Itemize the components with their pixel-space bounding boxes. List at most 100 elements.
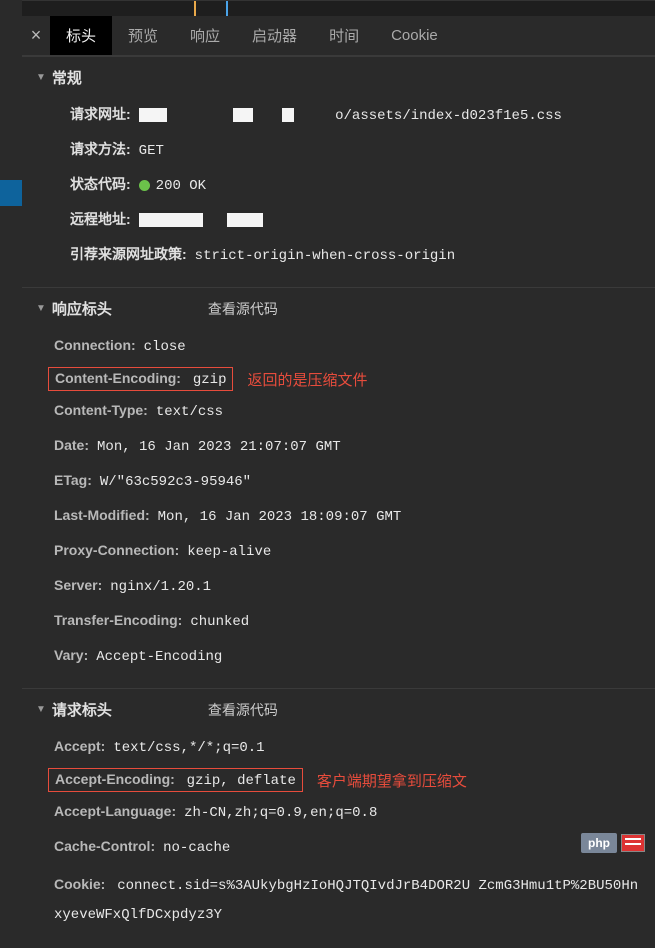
row-server: Server: nginx/1.20.1	[22, 569, 655, 604]
section-response-header[interactable]: ▼ 响应标头 查看源代码	[22, 288, 655, 327]
label-proxy-connection: Proxy-Connection:	[54, 540, 179, 561]
row-cookie: Cookie: connect.sid=s%3AUkybgHzIoHQJTQIv…	[22, 865, 655, 934]
row-transfer-encoding: Transfer-Encoding: chunked	[22, 604, 655, 639]
label-last-modified: Last-Modified:	[54, 505, 150, 526]
left-gutter-highlight	[0, 180, 22, 206]
row-etag: ETag: W/"63c592c3-95946"	[22, 464, 655, 499]
value-last-modified: Mon, 16 Jan 2023 18:09:07 GMT	[158, 507, 402, 528]
request-headers-list: Accept: text/css,*/*;q=0.1 Accept-Encodi…	[22, 728, 655, 948]
value-etag: W/"63c592c3-95946"	[100, 472, 251, 493]
row-last-modified: Last-Modified: Mon, 16 Jan 2023 18:09:07…	[22, 499, 655, 534]
redacted-block	[139, 108, 167, 122]
value-remote-address	[139, 211, 264, 232]
value-request-url: o/assets/index-d023f1e5.css	[139, 106, 562, 127]
top-accent-strip	[22, 0, 655, 16]
value-accept-encoding: gzip, deflate	[187, 773, 296, 789]
label-accept: Accept:	[54, 736, 105, 757]
row-vary: Vary: Accept-Encoding	[22, 639, 655, 674]
redacted-block	[139, 213, 203, 227]
section-response-headers: ▼ 响应标头 查看源代码 Connection: close Content-E…	[22, 287, 655, 688]
section-general-title: 常规	[52, 67, 82, 88]
value-accept-language: zh-CN,zh;q=0.9,en;q=0.8	[184, 803, 377, 824]
cn-flag-icon	[621, 834, 645, 852]
value-request-method: GET	[139, 141, 164, 162]
triangle-down-icon: ▼	[36, 72, 46, 83]
section-general: ▼ 常规 请求网址: o/assets/index-d023f1e5.css 请…	[22, 56, 655, 287]
redacted-block	[233, 108, 253, 122]
tab-preview[interactable]: 预览	[112, 16, 174, 55]
value-proxy-connection: keep-alive	[187, 542, 271, 563]
highlight-box: Content-Encoding: gzip	[48, 367, 233, 391]
label-request-url: 请求网址:	[70, 104, 131, 125]
label-remote-address: 远程地址:	[70, 209, 131, 230]
section-request-title: 请求标头	[52, 699, 112, 720]
redacted-block	[227, 213, 263, 227]
label-date: Date:	[54, 435, 89, 456]
row-status-code: 状态代码: 200 OK	[22, 168, 655, 203]
section-request-headers: ▼ 请求标头 查看源代码 Accept: text/css,*/*;q=0.1 …	[22, 688, 655, 948]
label-cache-control: Cache-Control:	[54, 836, 155, 857]
view-source-link[interactable]: 查看源代码	[208, 299, 278, 319]
row-proxy-connection: Proxy-Connection: keep-alive	[22, 534, 655, 569]
tab-headers[interactable]: 标头	[50, 16, 112, 55]
headers-panel: × 标头 预览 响应 启动器 时间 Cookie ▼ 常规 请求网址: o/a	[22, 16, 655, 877]
row-cache-control: Cache-Control: no-cache	[22, 830, 655, 865]
label-referrer-policy: 引荐来源网址政策:	[70, 244, 187, 265]
value-content-type: text/css	[156, 402, 223, 423]
value-cache-control: no-cache	[163, 838, 230, 859]
label-content-type: Content-Type:	[54, 400, 148, 421]
section-request-header[interactable]: ▼ 请求标头 查看源代码	[22, 689, 655, 728]
tab-cookie[interactable]: Cookie	[375, 18, 454, 53]
response-headers-list: Connection: close Content-Encoding: gzip…	[22, 327, 655, 688]
php-badge: php	[581, 833, 617, 853]
redacted-block	[282, 108, 294, 122]
row-accept: Accept: text/css,*/*;q=0.1	[22, 730, 655, 765]
label-request-method: 请求方法:	[70, 139, 131, 160]
label-server: Server:	[54, 575, 102, 596]
row-content-encoding: Content-Encoding: gzip 返回的是压缩文件	[22, 364, 655, 394]
row-accept-encoding: Accept-Encoding: gzip, deflate 客户端期望拿到压缩…	[22, 765, 655, 795]
row-connection: Connection: close	[22, 329, 655, 364]
left-gutter	[0, 0, 22, 877]
label-accept-language: Accept-Language:	[54, 801, 176, 822]
label-content-encoding: Content-Encoding:	[55, 370, 181, 386]
annotation-compressed-response: 返回的是压缩文件	[247, 369, 367, 390]
value-accept: text/css,*/*;q=0.1	[113, 738, 264, 759]
value-transfer-encoding: chunked	[190, 612, 249, 633]
value-referrer-policy: strict-origin-when-cross-origin	[195, 246, 455, 267]
label-accept-encoding: Accept-Encoding:	[55, 771, 175, 787]
status-dot-icon	[139, 180, 150, 191]
triangle-down-icon: ▼	[36, 704, 46, 715]
annotation-client-expects-compressed: 客户端期望拿到压缩文	[317, 770, 467, 791]
label-transfer-encoding: Transfer-Encoding:	[54, 610, 182, 631]
tabs-bar: × 标头 预览 响应 启动器 时间 Cookie	[22, 16, 655, 56]
general-list: 请求网址: o/assets/index-d023f1e5.css 请求方法: …	[22, 96, 655, 287]
value-date: Mon, 16 Jan 2023 21:07:07 GMT	[97, 437, 341, 458]
row-request-method: 请求方法: GET	[22, 133, 655, 168]
row-content-type: Content-Type: text/css	[22, 394, 655, 429]
label-etag: ETag:	[54, 470, 92, 491]
section-general-header[interactable]: ▼ 常规	[22, 57, 655, 96]
label-vary: Vary:	[54, 645, 88, 666]
value-server: nginx/1.20.1	[110, 577, 211, 598]
label-cookie: Cookie:	[54, 876, 105, 892]
row-accept-language: Accept-Language: zh-CN,zh;q=0.9,en;q=0.8	[22, 795, 655, 830]
row-referrer-policy: 引荐来源网址政策: strict-origin-when-cross-origi…	[22, 238, 655, 273]
row-remote-address: 远程地址:	[22, 203, 655, 238]
tab-initiator[interactable]: 启动器	[236, 16, 313, 55]
value-connection: close	[144, 337, 186, 358]
section-response-title: 响应标头	[52, 298, 112, 319]
triangle-down-icon: ▼	[36, 303, 46, 314]
tab-timing[interactable]: 时间	[313, 16, 375, 55]
view-source-link[interactable]: 查看源代码	[208, 700, 278, 720]
tab-response[interactable]: 响应	[174, 16, 236, 55]
value-status-code: 200 OK	[139, 176, 206, 197]
value-vary: Accept-Encoding	[96, 647, 222, 668]
label-connection: Connection:	[54, 335, 136, 356]
row-request-url: 请求网址: o/assets/index-d023f1e5.css	[22, 98, 655, 133]
highlight-box: Accept-Encoding: gzip, deflate	[48, 768, 303, 792]
row-date: Date: Mon, 16 Jan 2023 21:07:07 GMT	[22, 429, 655, 464]
value-content-encoding: gzip	[193, 372, 227, 388]
close-icon[interactable]: ×	[22, 25, 50, 46]
value-cookie: connect.sid=s%3AUkybgHzIoHQJTQIvdJrB4DOR…	[54, 878, 638, 923]
